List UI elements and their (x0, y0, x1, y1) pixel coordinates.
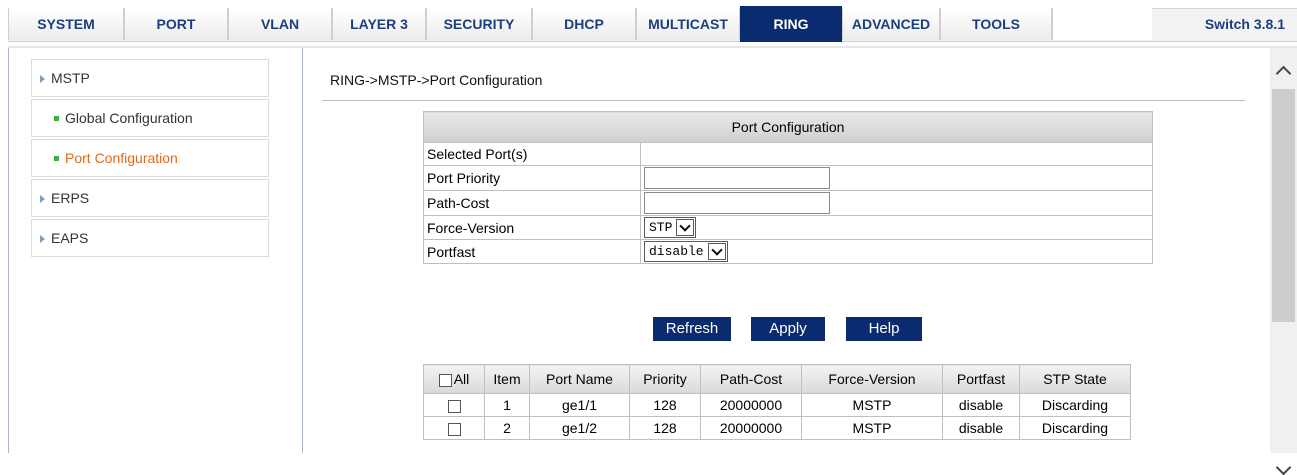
tab-system[interactable]: SYSTEM (8, 8, 124, 40)
tab-dhcp[interactable]: DHCP (532, 8, 636, 40)
column-header-portfast: Portfast (942, 364, 1020, 394)
path-cost-input[interactable] (644, 192, 830, 214)
tab-security[interactable]: SECURITY (426, 8, 532, 40)
sidebar-item-label: ERPS (51, 190, 90, 206)
cell-path-cost: 20000000 (700, 416, 802, 440)
portfast-value: disable (649, 244, 704, 259)
table-row: 1 ge1/1 128 20000000 MSTP disable Discar… (423, 393, 1131, 417)
force-version-value: STP (649, 220, 673, 235)
path-cost-cell (640, 190, 1153, 216)
port-configuration-form: Port Configuration Selected Port(s) Port… (423, 111, 1153, 264)
triangle-right-icon (40, 75, 45, 84)
sidebar-item-mstp[interactable]: MSTP (31, 59, 269, 97)
chevron-down-icon (676, 219, 695, 236)
port-table: All Item Port Name Priority Path-Cost Fo… (423, 364, 1131, 440)
port-priority-label: Port Priority (423, 165, 641, 191)
triangle-right-icon (40, 235, 45, 244)
sidebar-item-label: Port Configuration (65, 150, 178, 166)
cell-port-name: ge1/2 (529, 416, 630, 440)
cell-stp-state: Discarding (1019, 393, 1131, 417)
breadcrumb: RING->MSTP->Port Configuration (330, 72, 543, 88)
cell-force-version: MSTP (801, 416, 943, 440)
square-bullet-icon (54, 115, 59, 121)
sidebar-item-label: MSTP (51, 70, 90, 86)
tab-spacer (1052, 8, 1152, 40)
cell-force-version: MSTP (801, 393, 943, 417)
scroll-up-icon[interactable] (1275, 65, 1292, 82)
column-header-path-cost: Path-Cost (700, 364, 802, 394)
select-all-label: All (453, 371, 470, 387)
row-select-cell (423, 393, 485, 417)
cell-portfast: disable (942, 393, 1020, 417)
tab-ring[interactable]: RING (740, 6, 842, 42)
select-all-header: All (423, 364, 485, 394)
portfast-label: Portfast (423, 239, 641, 264)
apply-button[interactable]: Apply (751, 317, 825, 341)
sidebar-item-eaps[interactable]: EAPS (31, 219, 269, 257)
column-header-force-version: Force-Version (801, 364, 943, 394)
column-header-item: Item (484, 364, 530, 394)
cell-portfast: disable (942, 416, 1020, 440)
row-checkbox[interactable] (447, 422, 461, 436)
cell-path-cost: 20000000 (700, 393, 802, 417)
tab-advanced[interactable]: ADVANCED (842, 8, 940, 40)
force-version-label: Force-Version (423, 215, 641, 240)
sidebar-item-erps[interactable]: ERPS (31, 179, 269, 217)
force-version-select[interactable]: STP (644, 217, 697, 238)
tab-tools[interactable]: TOOLS (940, 8, 1052, 40)
square-bullet-icon (54, 155, 59, 161)
column-header-priority: Priority (629, 364, 701, 394)
chevron-down-icon (707, 243, 726, 260)
vertical-scrollbar[interactable] (1270, 48, 1297, 475)
tab-port[interactable]: PORT (124, 8, 228, 40)
table-row: 2 ge1/2 128 20000000 MSTP disable Discar… (423, 416, 1131, 440)
refresh-button[interactable]: Refresh (653, 317, 731, 341)
scroll-thumb[interactable] (1272, 89, 1295, 322)
cell-priority: 128 (629, 393, 701, 417)
cell-port-name: ge1/1 (529, 393, 630, 417)
selected-ports-value (640, 142, 1153, 166)
column-header-port-name: Port Name (529, 364, 630, 394)
row-checkbox[interactable] (447, 399, 461, 413)
column-header-stp-state: STP State (1019, 364, 1131, 394)
path-cost-label: Path-Cost (423, 190, 641, 216)
top-navigation: SYSTEM PORT VLAN LAYER 3 SECURITY DHCP M… (0, 0, 1297, 46)
form-title: Port Configuration (423, 111, 1153, 143)
port-priority-cell (640, 165, 1153, 191)
row-select-cell (423, 416, 485, 440)
tab-multicast[interactable]: MULTICAST (636, 8, 740, 40)
cell-priority: 128 (629, 416, 701, 440)
breadcrumb-divider (322, 100, 1245, 101)
select-all-checkbox[interactable] (438, 373, 452, 387)
scroll-down-icon[interactable] (1275, 459, 1292, 475)
cell-item: 2 (484, 416, 530, 440)
tab-vlan[interactable]: VLAN (228, 8, 332, 40)
help-button[interactable]: Help (846, 317, 922, 341)
port-priority-input[interactable] (644, 167, 830, 189)
sidebar-item-port-configuration[interactable]: Port Configuration (31, 139, 269, 177)
sidebar: MSTP Global Configuration Port Configura… (8, 48, 303, 453)
portfast-cell: disable (640, 239, 1153, 264)
force-version-cell: STP (640, 215, 1153, 240)
cell-stp-state: Discarding (1019, 416, 1131, 440)
triangle-right-icon (40, 195, 45, 204)
sidebar-item-label: EAPS (51, 230, 89, 246)
sidebar-item-label: Global Configuration (65, 110, 193, 126)
portfast-select[interactable]: disable (644, 241, 728, 262)
selected-ports-label: Selected Port(s) (423, 142, 641, 166)
cell-item: 1 (484, 393, 530, 417)
tab-layer3[interactable]: LAYER 3 (332, 8, 426, 40)
version-label: Switch 3.8.1 (1204, 16, 1285, 32)
sidebar-item-global-configuration[interactable]: Global Configuration (31, 99, 269, 137)
